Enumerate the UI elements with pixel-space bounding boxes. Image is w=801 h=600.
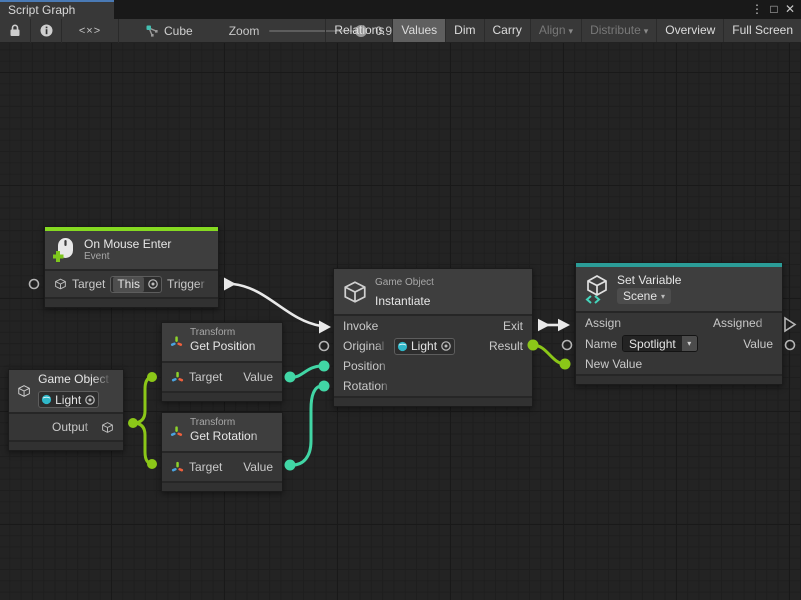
node-category: Transform: [190, 327, 274, 339]
result-port-label: Result: [489, 339, 523, 353]
transform-icon: [170, 420, 183, 444]
chevron-down-icon: ▾: [682, 336, 697, 351]
info-icon: [40, 24, 53, 37]
maximize-icon[interactable]: □: [766, 1, 782, 18]
window-menu-icon[interactable]: ⋮: [749, 1, 765, 18]
light-object-icon: [397, 341, 408, 352]
transform-icon: [170, 330, 183, 354]
assigned-port-label: Assigned: [713, 316, 773, 330]
dim-button[interactable]: Dim: [445, 19, 483, 42]
node-footer: [162, 393, 282, 401]
object-value-chip[interactable]: Light: [38, 391, 99, 408]
invoke-port-label: Invoke: [343, 319, 391, 333]
node-title: Set Variable: [617, 273, 681, 287]
output-port-label: Output: [52, 420, 96, 434]
node-footer: [576, 376, 782, 384]
node-set-variable[interactable]: Set Variable Scene ▾ Assign Assigned Nam…: [575, 262, 783, 385]
assign-port-label: Assign: [585, 316, 631, 330]
node-title: Get Position: [190, 339, 274, 353]
game-object-icon: [342, 279, 368, 305]
node-instantiate[interactable]: Game Object Instantiate Invoke Exit Orig…: [333, 268, 533, 407]
unity-variable-icon: [584, 274, 610, 304]
carry-button[interactable]: Carry: [484, 19, 530, 42]
target-port-label: Target: [189, 370, 222, 384]
node-on-mouse-enter[interactable]: On Mouse Enter Event Target This Trigger: [44, 226, 219, 308]
relations-button[interactable]: Relations: [325, 19, 392, 42]
value-port-label: Value: [743, 337, 773, 351]
chevron-down-icon: ▾: [644, 26, 649, 36]
zoom-label: Zoom: [229, 24, 260, 38]
variable-name-dropdown[interactable]: Spotlight ▾: [622, 335, 698, 352]
node-get-position[interactable]: Transform Get Position Target Value: [161, 322, 283, 402]
chevron-down-icon: ▾: [661, 292, 665, 301]
target-value-chip[interactable]: This: [110, 276, 162, 293]
mouse-event-icon: [53, 237, 77, 263]
object-picker-icon[interactable]: [147, 278, 159, 290]
light-object-icon: [41, 394, 52, 405]
graph-toolbar: <×> Cube Zoom 0.9x Relations Values Dim …: [0, 19, 801, 43]
align-button[interactable]: Align▾: [530, 19, 581, 42]
title-bar: Script Graph ⋮ □ ✕: [0, 0, 801, 19]
name-port-label: Name: [585, 337, 617, 351]
node-footer: [162, 483, 282, 491]
transform-icon: [171, 371, 184, 384]
script-graph-icon: [145, 24, 159, 38]
fullscreen-button[interactable]: Full Screen: [723, 19, 801, 42]
original-value-chip[interactable]: Light: [394, 338, 455, 355]
info-button[interactable]: [31, 19, 61, 42]
game-object-icon: [17, 378, 31, 404]
new-value-port-label: New Value: [585, 357, 642, 371]
target-port-label: Target: [189, 460, 222, 474]
breadcrumb[interactable]: Cube: [145, 24, 193, 38]
node-title: Instantiate: [375, 294, 453, 308]
node-subtitle: Event: [84, 251, 171, 263]
node-title: On Mouse Enter: [84, 237, 171, 251]
position-port-label: Position: [343, 359, 393, 373]
node-footer: [45, 299, 218, 307]
exit-port-label: Exit: [503, 319, 523, 333]
toolbar-separator: [118, 19, 119, 43]
graph-name: Cube: [164, 24, 193, 38]
value-port-label: Value: [243, 460, 273, 474]
object-picker-icon[interactable]: [84, 394, 96, 406]
transform-icon: [171, 461, 184, 474]
trigger-port-label: Trigger: [167, 277, 209, 291]
close-icon[interactable]: ✕: [782, 1, 798, 18]
node-category: Game Object: [375, 277, 453, 289]
distribute-button[interactable]: Distribute▾: [581, 19, 656, 42]
node-game-object-light[interactable]: Game Object Light Output: [8, 369, 124, 451]
rotation-port-label: Rotation: [343, 379, 393, 393]
object-picker-icon[interactable]: [440, 340, 452, 352]
lock-icon: [9, 24, 21, 37]
target-port-label: Target: [72, 277, 105, 291]
node-title: Get Rotation: [190, 429, 274, 443]
view-code-button[interactable]: <×>: [62, 19, 118, 42]
node-footer: [334, 398, 532, 406]
values-button[interactable]: Values: [392, 19, 445, 42]
lock-button[interactable]: [0, 19, 30, 42]
value-port-label: Value: [243, 370, 273, 384]
node-title: Game Object: [38, 372, 114, 386]
node-category: Transform: [190, 417, 274, 429]
original-port-label: Original: [343, 339, 389, 353]
game-object-icon: [101, 421, 114, 434]
game-object-icon: [54, 277, 67, 291]
chevron-down-icon: ▾: [569, 26, 574, 36]
tab-script-graph[interactable]: Script Graph: [0, 0, 114, 19]
variable-scope-dropdown[interactable]: Scene ▾: [617, 288, 671, 304]
node-footer: [9, 442, 123, 450]
toolbar-buttons: Relations Values Dim Carry Align▾ Distri…: [325, 19, 801, 42]
node-get-rotation[interactable]: Transform Get Rotation Target Value: [161, 412, 283, 492]
overview-button[interactable]: Overview: [656, 19, 723, 42]
script-graph-window: Script Graph ⋮ □ ✕ <×>: [0, 0, 801, 600]
